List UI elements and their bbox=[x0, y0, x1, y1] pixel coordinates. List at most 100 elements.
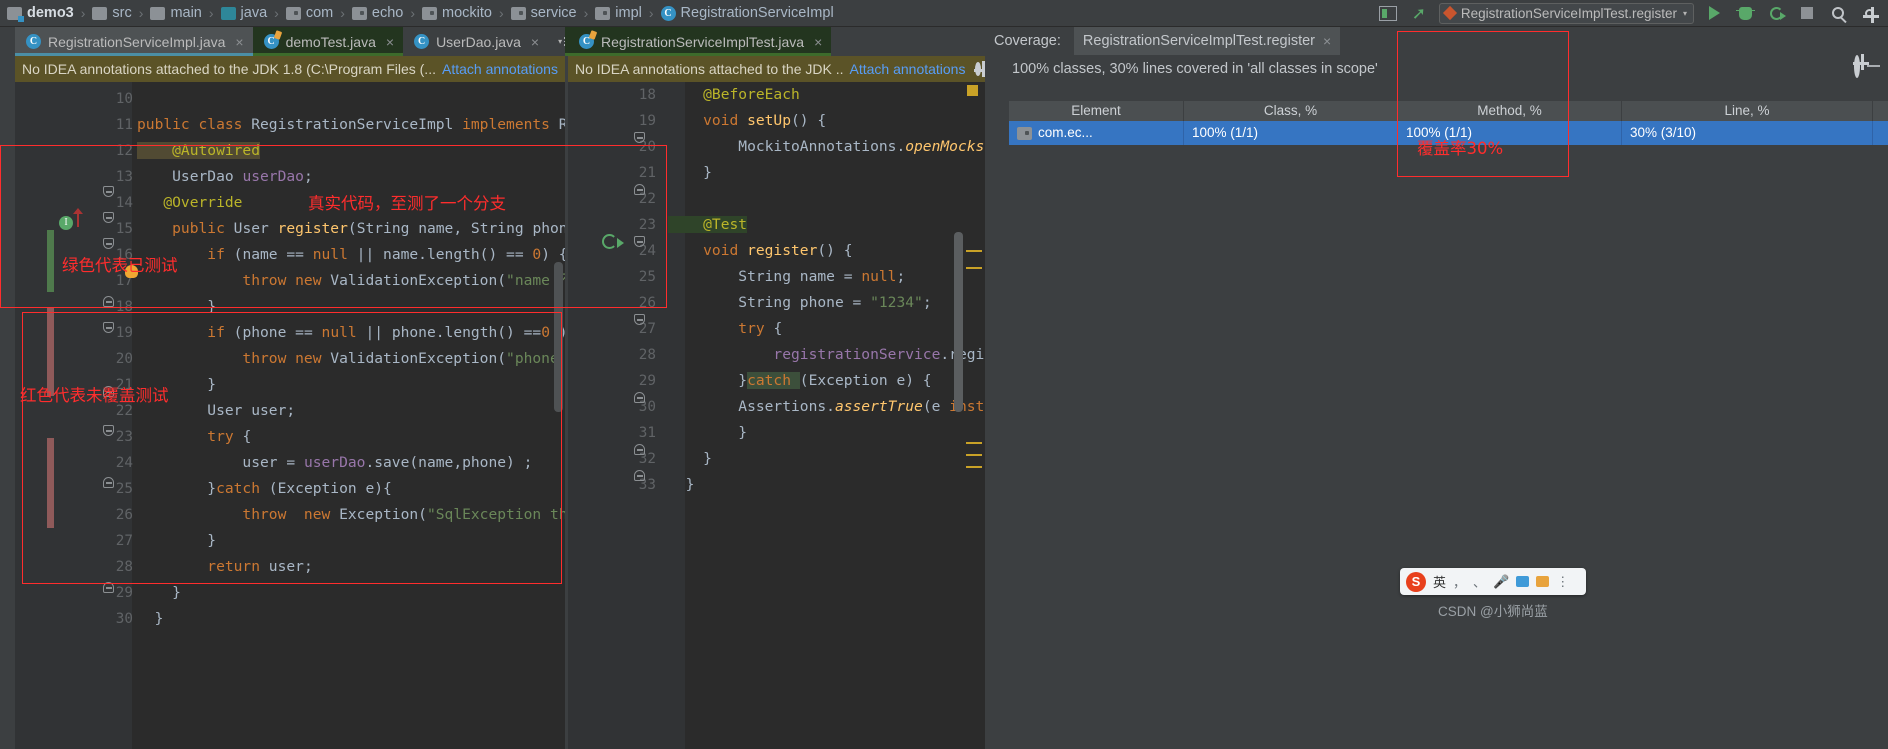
debug-button[interactable] bbox=[1734, 3, 1756, 24]
ime-shape-icon[interactable]: 、 bbox=[1473, 572, 1486, 591]
right-editor-scrollbar[interactable] bbox=[954, 232, 963, 412]
breadcrumb-item-src[interactable]: src bbox=[92, 5, 131, 21]
line-number: 10 bbox=[103, 86, 133, 112]
run-configuration-selector[interactable]: RegistrationServiceImplTest.register ▾ bbox=[1439, 3, 1694, 24]
breadcrumb-item-main[interactable]: main bbox=[150, 5, 201, 21]
cell-element[interactable]: com.ec... bbox=[1009, 121, 1184, 145]
line-number: 19 bbox=[626, 108, 656, 134]
source-folder-icon bbox=[221, 7, 236, 20]
fold-marker[interactable] bbox=[634, 392, 645, 403]
cell-class-pct: 100% (1/1) bbox=[1184, 121, 1398, 145]
code-line[interactable]: registrationService.register(na bbox=[668, 342, 985, 368]
keyboard-icon[interactable] bbox=[1516, 576, 1529, 587]
coverage-suite-tab[interactable]: RegistrationServiceImplTest.register × bbox=[1074, 27, 1340, 55]
close-icon[interactable]: × bbox=[814, 34, 822, 50]
error-stripe-mark[interactable] bbox=[966, 442, 982, 444]
run-with-coverage-button[interactable] bbox=[1765, 3, 1787, 24]
package-icon bbox=[286, 7, 301, 20]
code-line[interactable]: }catch (Exception e) { bbox=[668, 368, 932, 394]
code-line[interactable]: Assertions.assertTrue(e instance bbox=[668, 394, 985, 420]
column-header-class[interactable]: Class, % bbox=[1184, 101, 1398, 121]
code-line[interactable]: public class RegistrationServiceImpl imp… bbox=[137, 112, 565, 138]
tab-demo-test[interactable]: C demoTest.java × bbox=[253, 27, 403, 56]
column-header-line[interactable]: Line, % bbox=[1622, 101, 1873, 121]
search-everywhere-icon[interactable] bbox=[1827, 3, 1849, 24]
tab-label: UserDao.java bbox=[436, 34, 521, 50]
more-icon[interactable]: ⋮ bbox=[1556, 574, 1569, 590]
code-token: Registra bbox=[559, 116, 565, 133]
close-icon[interactable]: × bbox=[235, 34, 243, 50]
code-line[interactable]: } bbox=[668, 446, 712, 472]
folder-icon bbox=[150, 7, 165, 20]
breadcrumb-label: com bbox=[306, 5, 333, 21]
attach-annotations-link[interactable]: Attach annotations bbox=[850, 61, 966, 77]
stop-button[interactable] bbox=[1796, 3, 1818, 24]
breadcrumb-item-echo[interactable]: echo bbox=[352, 5, 403, 21]
run-button[interactable] bbox=[1703, 3, 1725, 24]
code-line[interactable]: } bbox=[668, 472, 694, 498]
microphone-icon[interactable]: 🎤 bbox=[1493, 574, 1509, 590]
ime-punctuation-icon[interactable]: ， bbox=[1453, 572, 1466, 591]
tab-user-dao[interactable]: C UserDao.java × bbox=[403, 27, 548, 56]
code-line[interactable]: String name = null; bbox=[668, 264, 905, 290]
line-number: 29 bbox=[626, 368, 656, 394]
error-stripe-mark[interactable] bbox=[966, 250, 982, 252]
close-icon[interactable]: × bbox=[531, 34, 539, 50]
breadcrumb-label: demo3 bbox=[27, 5, 74, 21]
code-token: } bbox=[668, 372, 747, 389]
code-line[interactable]: String phone = "1234"; bbox=[668, 290, 932, 316]
breadcrumb-item-impl[interactable]: impl bbox=[595, 5, 642, 21]
code-token: try bbox=[668, 320, 773, 337]
close-icon[interactable]: × bbox=[1323, 33, 1331, 49]
error-stripe-mark[interactable] bbox=[966, 267, 982, 269]
code-line[interactable]: void register() { bbox=[668, 238, 853, 264]
breadcrumb-item-com[interactable]: com bbox=[286, 5, 333, 21]
settings-icon[interactable] bbox=[1858, 3, 1880, 24]
code-line[interactable]: try { bbox=[668, 316, 782, 342]
right-editor-tabs: C RegistrationServiceImplTest.java × bbox=[565, 27, 831, 56]
error-stripe-mark[interactable] bbox=[966, 454, 982, 456]
tab-registration-service-impl-test[interactable]: C RegistrationServiceImplTest.java × bbox=[565, 27, 831, 56]
column-header-element[interactable]: Element bbox=[1009, 101, 1184, 121]
code-line[interactable]: } bbox=[668, 160, 712, 186]
right-jdk-annotation-notification: No IDEA annotations attached to the JDK … bbox=[568, 56, 985, 82]
tab-label: demoTest.java bbox=[286, 34, 376, 50]
breadcrumb-separator: › bbox=[410, 5, 415, 21]
coverage-settings-button[interactable] bbox=[1854, 58, 1860, 76]
fold-marker[interactable] bbox=[634, 444, 645, 455]
gear-icon[interactable] bbox=[975, 62, 981, 76]
close-icon[interactable]: × bbox=[386, 34, 394, 50]
breadcrumb-item-service[interactable]: service bbox=[511, 5, 577, 21]
toolbox-icon[interactable] bbox=[1536, 576, 1549, 587]
error-stripe-warning[interactable] bbox=[967, 85, 978, 96]
error-stripe-mark[interactable] bbox=[966, 466, 982, 468]
code-line[interactable]: void setUp() { bbox=[668, 108, 826, 134]
build-project-icon[interactable]: ➚ bbox=[1408, 3, 1430, 24]
open-tool-window-icon[interactable] bbox=[1377, 3, 1399, 24]
breadcrumb-item-java[interactable]: java bbox=[221, 5, 268, 21]
code-line[interactable]: @Test bbox=[668, 212, 747, 238]
breadcrumb-item-demo3[interactable]: demo3 bbox=[7, 5, 74, 21]
fold-marker[interactable] bbox=[634, 314, 645, 325]
code-line[interactable]: @BeforeEach bbox=[668, 82, 800, 108]
breadcrumb-item-class[interactable]: C RegistrationServiceImpl bbox=[661, 5, 834, 21]
package-icon bbox=[1017, 127, 1032, 140]
breadcrumb-separator: › bbox=[649, 5, 654, 21]
fold-marker[interactable] bbox=[634, 470, 645, 481]
tab-registration-service-impl[interactable]: C RegistrationServiceImpl.java × bbox=[15, 27, 253, 56]
minimize-icon[interactable] bbox=[1867, 65, 1880, 67]
annotation-box-tested bbox=[0, 145, 667, 308]
breadcrumb-separator: › bbox=[209, 5, 214, 21]
code-token: (Exception e) { bbox=[800, 372, 932, 389]
fold-marker[interactable] bbox=[634, 132, 645, 143]
ime-mode-label[interactable]: 英 bbox=[1433, 572, 1446, 591]
breadcrumb-separator: › bbox=[584, 5, 589, 21]
code-line[interactable]: } bbox=[137, 606, 163, 632]
breadcrumb-item-mockito[interactable]: mockito bbox=[422, 5, 492, 21]
attach-annotations-link[interactable]: Attach annotations bbox=[442, 61, 558, 77]
code-token: } bbox=[668, 424, 747, 441]
breadcrumb-label: src bbox=[112, 5, 131, 21]
code-line[interactable]: MockitoAnnotations.openMocks( tes bbox=[668, 134, 985, 160]
code-line[interactable]: } bbox=[668, 420, 747, 446]
ime-toolbar[interactable]: S 英 ， 、 🎤 ⋮ bbox=[1400, 568, 1586, 595]
